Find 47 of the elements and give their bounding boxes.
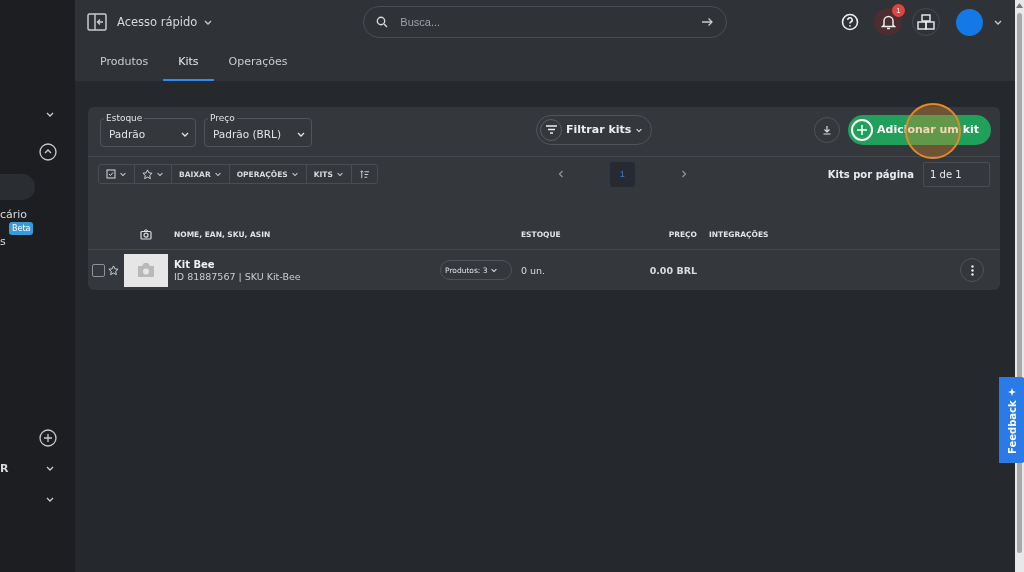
help-icon — [841, 13, 859, 31]
bell-icon — [880, 14, 896, 30]
scrollbar[interactable] — [1015, 0, 1024, 572]
filter-icon — [545, 125, 557, 134]
user-avatar[interactable] — [956, 8, 983, 36]
kit-name[interactable]: Kit Bee — [174, 258, 440, 270]
stock-cell-text: 0 un. — [520, 264, 547, 276]
panel-toggle-icon[interactable] — [87, 13, 107, 31]
star-icon[interactable] — [108, 264, 119, 276]
boxes-icon — [917, 14, 935, 30]
chevron-down-icon — [290, 170, 299, 178]
sparkle-icon — [1007, 386, 1018, 397]
camera-icon — [136, 262, 156, 278]
beta-badge: Beta — [9, 221, 34, 235]
chevron-down-icon — [335, 170, 344, 178]
scroll-up-icon[interactable] — [1016, 3, 1023, 8]
arrow-right-icon[interactable] — [701, 17, 715, 27]
search-input[interactable]: Busca... — [398, 15, 692, 29]
sidebar-item[interactable]: R — [0, 461, 9, 475]
feedback-tab[interactable]: Feedback — [999, 377, 1024, 463]
quick-access-menu[interactable]: Acesso rápido — [117, 15, 198, 29]
more-icon — [970, 264, 974, 276]
tab[interactable]: Produtos — [85, 46, 164, 81]
add-circle-icon[interactable] — [39, 429, 57, 447]
download-icon — [822, 124, 832, 135]
sort-icon — [358, 168, 370, 180]
page-button[interactable]: 1 — [609, 161, 635, 187]
tab[interactable]: Kits — [163, 46, 214, 81]
camera-icon — [140, 229, 152, 240]
chevron-up-circle-icon[interactable] — [39, 143, 57, 161]
plus-icon — [857, 124, 867, 135]
sidebar-item[interactable]: s — [0, 235, 6, 248]
star-icon — [142, 168, 153, 180]
chevron-down-icon — [489, 266, 498, 274]
price-cell-text: 0.00 BRL — [648, 264, 697, 276]
chevron-down-icon — [156, 170, 164, 178]
kit-details: ID 81887567 | SKU Kit-Bee — [174, 270, 302, 282]
notification-count: 1 — [892, 4, 905, 17]
chevron-down-icon — [213, 170, 222, 178]
sidebar-item[interactable]: cário — [0, 208, 28, 221]
per-page-label: Kits por página — [827, 168, 914, 180]
tab[interactable]: Operações — [213, 46, 303, 81]
row-checkbox[interactable] — [92, 263, 105, 277]
chevron-down-icon — [119, 170, 127, 178]
checkbox-icon — [106, 169, 116, 179]
per-page-field[interactable]: 1 de 1 — [923, 161, 990, 187]
search-icon — [376, 16, 389, 28]
